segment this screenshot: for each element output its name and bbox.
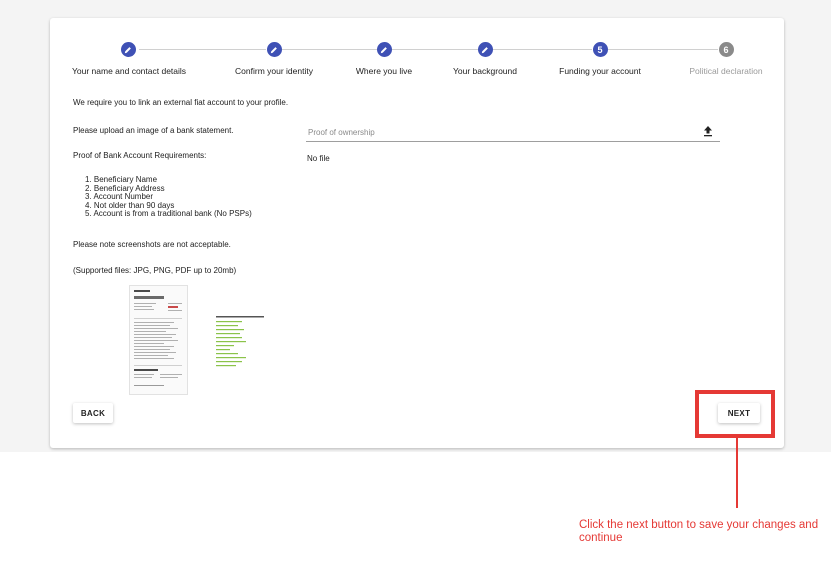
step-circle <box>477 42 493 57</box>
statement-illustration <box>134 290 182 386</box>
annotation-text: Click the next button to save your chang… <box>579 519 819 544</box>
step-label: Confirm your identity <box>235 66 313 76</box>
statement-annotations <box>216 316 264 367</box>
pencil-icon <box>481 46 488 53</box>
supported-files-note: (Supported files: JPG, PNG, PDF up to 20… <box>73 266 237 275</box>
back-button[interactable]: BACK <box>73 403 113 423</box>
step-name-contact[interactable]: Your name and contact details <box>72 42 187 76</box>
proof-of-ownership-field[interactable]: Proof of ownership <box>308 128 375 137</box>
step-label: Your name and contact details <box>72 66 187 76</box>
step-circle <box>376 42 392 57</box>
field-underline <box>306 141 720 142</box>
next-button-highlight <box>695 390 775 438</box>
screenshot-note: Please note screenshots are not acceptab… <box>73 240 231 249</box>
step-confirm-identity[interactable]: Confirm your identity <box>218 42 330 76</box>
intro-text: We require you to link an external fiat … <box>73 98 289 107</box>
step-circle <box>266 42 282 57</box>
step-political-declaration: 6 Political declaration <box>670 42 782 76</box>
upload-prompt: Please upload an image of a bank stateme… <box>73 126 234 135</box>
requirements-title: Proof of Bank Account Requirements: <box>73 151 207 160</box>
list-item: 5. Account is from a traditional bank (N… <box>85 209 252 219</box>
requirements-list: 1. Beneficiary Name 2. Beneficiary Addre… <box>73 175 252 219</box>
pencil-icon <box>270 46 277 53</box>
step-your-background[interactable]: Your background <box>429 42 541 76</box>
step-number: 6 <box>718 42 734 57</box>
bank-statement-sample-image <box>129 285 188 395</box>
step-circle <box>120 42 136 57</box>
step-funding-account[interactable]: 5 Funding your account <box>544 42 656 76</box>
pencil-icon <box>380 46 387 53</box>
pencil-icon <box>124 46 131 53</box>
step-number: 5 <box>592 42 608 57</box>
step-where-you-live[interactable]: Where you live <box>328 42 440 76</box>
upload-status: No file <box>307 154 330 163</box>
annotation-pointer <box>736 438 738 508</box>
step-label: Funding your account <box>559 66 641 76</box>
upload-icon[interactable] <box>703 125 713 137</box>
step-label: Political declaration <box>689 66 763 76</box>
step-label: Your background <box>453 66 517 76</box>
step-label: Where you live <box>355 66 413 76</box>
